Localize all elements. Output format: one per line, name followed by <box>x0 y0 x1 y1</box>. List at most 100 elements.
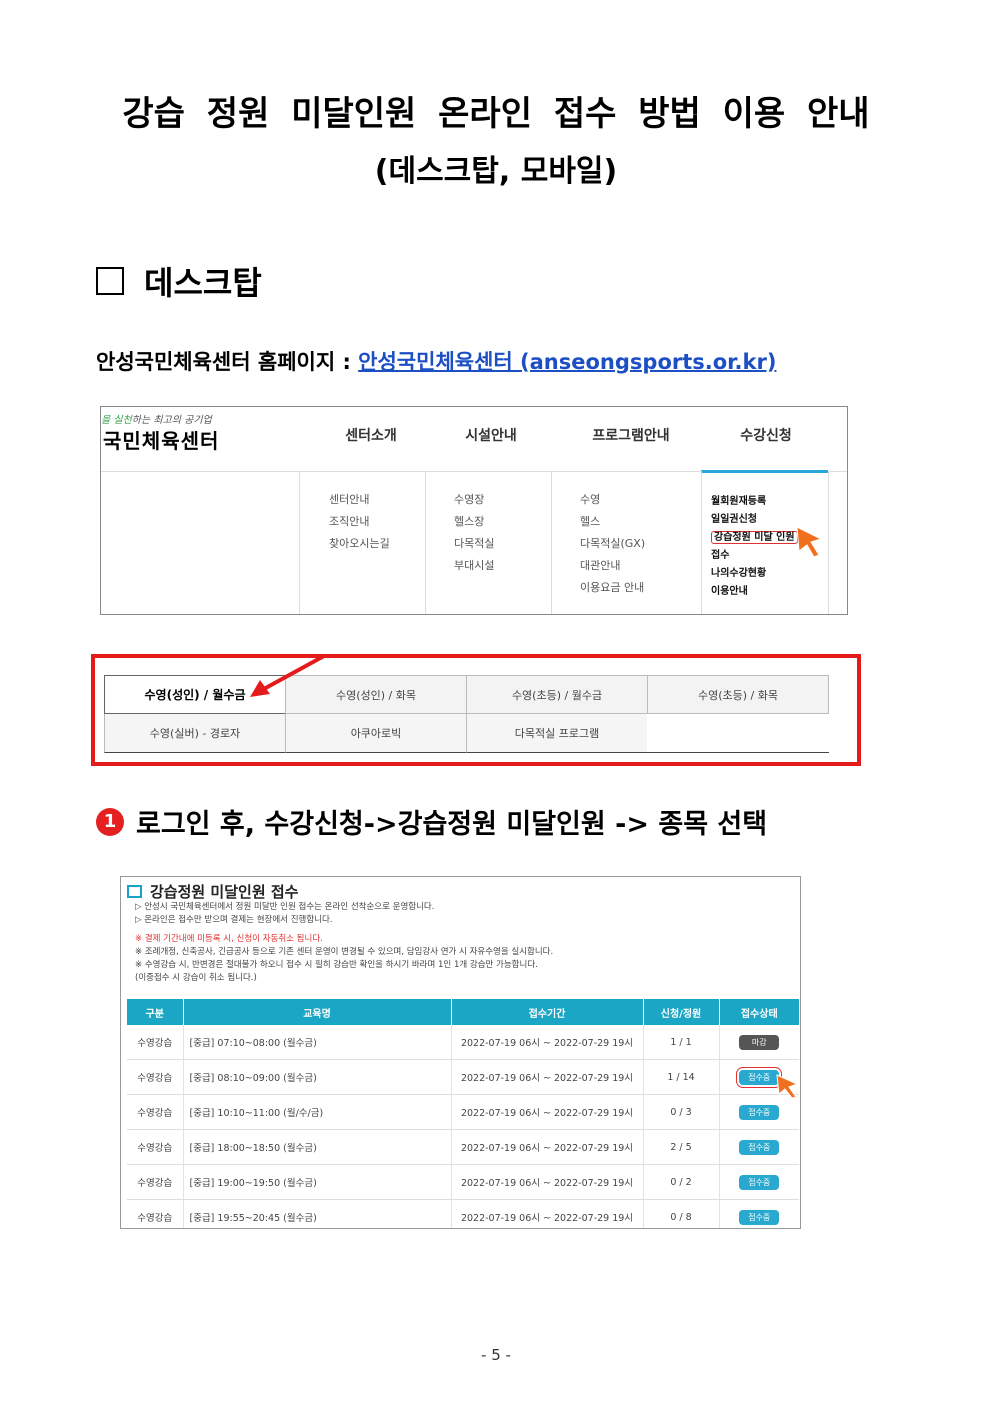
cursor-arrow-icon <box>796 526 823 558</box>
submenu-center: 센터안내 조직안내 찾아오시는길 <box>329 489 390 555</box>
document-title: 강습 정원 미달인원 온라인 접수 방법 이용 안내 <box>122 94 870 134</box>
submenu-item[interactable]: 수영장 <box>454 489 494 511</box>
submenu-item[interactable]: 다목적실(GX) <box>580 533 645 555</box>
tab-empty <box>647 714 829 753</box>
table-header-row: 구분 교육명 접수기간 신청/정원 접수상태 <box>127 999 799 1025</box>
top-menu-item-registration[interactable]: 수강신청 <box>716 425 816 445</box>
submenu-item[interactable]: 나의수강현황 <box>711 565 798 583</box>
column-divider <box>299 471 300 614</box>
column-divider <box>701 471 702 614</box>
column-header: 구분 <box>127 999 183 1025</box>
document-subtitle: (데스크탑, 모바일) <box>374 154 618 189</box>
column-divider <box>828 471 829 614</box>
note-line: ▷ 온라인은 접수만 받으며 결제는 현장에서 진행합니다. <box>135 915 333 925</box>
submenu-item[interactable]: 헬스장 <box>454 511 494 533</box>
cell-type: 수영강습 <box>127 1199 183 1228</box>
cell-count: 1 / 14 <box>642 1059 719 1095</box>
cell-status: 접수중 <box>718 1129 799 1165</box>
homepage-label: 안성국민체육센터 홈페이지 : <box>96 350 359 374</box>
cell-count: 1 / 1 <box>642 1025 719 1060</box>
table-row: 수영강습 [중급] 10:10~11:00 (월/수/금) 2022-07-19… <box>127 1094 799 1130</box>
submenu-item[interactable]: 월회원재등록 <box>711 493 798 511</box>
monitor-icon <box>127 885 142 898</box>
submenu-item[interactable]: 찾아오시는길 <box>329 533 390 555</box>
cell-course: [중급] 19:55~20:45 (월수금) <box>182 1199 451 1228</box>
top-menu-item-facility[interactable]: 시설안내 <box>441 425 541 445</box>
registration-screenshot: 강습정원 미달인원 접수 ▷ 안성시 국민체육센터에서 정원 미달반 인원 접수… <box>120 876 801 1229</box>
logo-text: 국민체육센터 <box>103 429 220 453</box>
top-menu-item-program[interactable]: 프로그램안내 <box>571 425 691 445</box>
apply-button[interactable]: 접수중 <box>739 1174 780 1190</box>
submenu-facility: 수영장 헬스장 다목적실 부대시설 <box>454 489 494 577</box>
program-tabs: 수영(성인) / 월수금 수영(성인) / 화목 수영(초등) / 월수금 수영… <box>104 675 831 753</box>
apply-button[interactable]: 접수중 <box>739 1209 780 1225</box>
apply-button[interactable]: 접수중 <box>736 1066 783 1088</box>
tab-row: 수영(실버) - 경로자 아쿠아로빅 다목적실 프로그램 <box>104 714 831 753</box>
table-row: 수영강습 [중급] 07:10~08:00 (월수금) 2022-07-19 0… <box>127 1025 799 1060</box>
top-menu-item-center[interactable]: 센터소개 <box>321 425 421 445</box>
cursor-arrow-icon <box>776 1074 799 1099</box>
cell-period: 2022-07-19 06시 ~ 2022-07-29 19시 <box>450 1164 643 1200</box>
submenu-item-highlighted[interactable]: 강습정원 미달 인원 <box>711 531 798 544</box>
cell-type: 수영강습 <box>127 1025 183 1060</box>
cell-course: [중급] 19:00~19:50 (월수금) <box>182 1164 451 1200</box>
cell-type: 수영강습 <box>127 1129 183 1165</box>
cell-type: 수영강습 <box>127 1094 183 1130</box>
homepage-line: 안성국민체육센터 홈페이지 : 안성국민체육센터 (anseongsports.… <box>96 346 776 376</box>
submenu-item[interactable]: 수영 <box>580 489 645 511</box>
status-closed-badge: 마감 <box>739 1034 780 1050</box>
cell-period: 2022-07-19 06시 ~ 2022-07-29 19시 <box>450 1129 643 1165</box>
submenu-item[interactable]: 이용안내 <box>711 583 798 601</box>
tab-row: 수영(성인) / 월수금 수영(성인) / 화목 수영(초등) / 월수금 수영… <box>104 675 831 714</box>
cell-course: [중급] 18:00~18:50 (월수금) <box>182 1129 451 1165</box>
tab-silver[interactable]: 수영(실버) - 경로자 <box>104 714 286 753</box>
cell-count: 0 / 8 <box>642 1199 719 1228</box>
submenu-item[interactable]: 대관안내 <box>580 555 645 577</box>
cell-type: 수영강습 <box>127 1059 183 1095</box>
submenu-item[interactable]: 센터안내 <box>329 489 390 511</box>
submenu-item[interactable]: 헬스 <box>580 511 645 533</box>
red-arrow-icon <box>250 654 325 697</box>
cell-count: 0 / 3 <box>642 1094 719 1130</box>
table-row: 수영강습 [중급] 18:00~18:50 (월수금) 2022-07-19 0… <box>127 1129 799 1165</box>
step-1-text: 로그인 후, 수강신청->강습정원 미달인원 -> 종목 선택 <box>136 809 768 840</box>
apply-button[interactable]: 접수중 <box>739 1139 780 1155</box>
active-menu-indicator <box>701 470 828 473</box>
cell-status: 접수중 <box>718 1199 799 1228</box>
submenu-item[interactable]: 이용요금 안내 <box>580 577 645 599</box>
section-heading: 데스크탑 <box>96 258 262 304</box>
submenu-item[interactable]: 조직안내 <box>329 511 390 533</box>
registration-title: 강습정원 미달인원 접수 <box>127 881 298 902</box>
cell-course: [중급] 07:10~08:00 (월수금) <box>182 1025 451 1060</box>
course-table: 구분 교육명 접수기간 신청/정원 접수상태 수영강습 [중급] 07:10~0… <box>127 999 799 1228</box>
tab-child-mwf[interactable]: 수영(초등) / 월수금 <box>466 675 648 714</box>
step-number-badge: 1 <box>96 807 124 836</box>
column-header: 교육명 <box>182 999 451 1025</box>
note-line: (이중접수 시 강습이 취소 됩니다.) <box>135 973 257 983</box>
tab-multipurpose[interactable]: 다목적실 프로그램 <box>466 714 648 753</box>
column-header: 접수상태 <box>718 999 799 1025</box>
cell-course: [중급] 10:10~11:00 (월/수/금) <box>182 1094 451 1130</box>
tab-aquarobics[interactable]: 아쿠아로빅 <box>285 714 467 753</box>
submenu-item[interactable]: 일일권신청 <box>711 511 798 529</box>
column-divider <box>425 471 426 614</box>
registration-notes: ▷ 안성시 국민체육센터에서 정원 미달반 인원 접수는 온라인 선착순으로 운… <box>135 901 553 985</box>
warning-line: ※ 결제 기간내에 미등록 시, 신청이 자동취소 됩니다. <box>135 934 323 944</box>
menu-screenshot: 을 실천하는 최고의 공기업 국민체육센터 센터소개 시설안내 프로그램안내 수… <box>100 406 848 615</box>
table-row: 수영강습 [중급] 08:10~09:00 (월수금) 2022-07-19 0… <box>127 1059 799 1095</box>
cell-period: 2022-07-19 06시 ~ 2022-07-29 19시 <box>450 1094 643 1130</box>
tab-child-tt[interactable]: 수영(초등) / 화목 <box>647 675 829 714</box>
submenu-item[interactable]: 부대시설 <box>454 555 494 577</box>
homepage-link[interactable]: 안성국민체육센터 (anseongsports.or.kr) <box>358 350 776 374</box>
page-number: - 5 - <box>481 1346 511 1364</box>
submenu-item[interactable]: 접수 <box>711 547 798 565</box>
logo-slogan: 을 실천하는 최고의 공기업 <box>101 415 212 426</box>
cell-period: 2022-07-19 06시 ~ 2022-07-29 19시 <box>450 1199 643 1228</box>
submenu-item[interactable]: 다목적실 <box>454 533 494 555</box>
column-header: 신청/정원 <box>642 999 719 1025</box>
cell-period: 2022-07-19 06시 ~ 2022-07-29 19시 <box>450 1025 643 1060</box>
cell-status: 마감 <box>718 1025 799 1060</box>
submenu-registration: 월회원재등록 일일권신청 강습정원 미달 인원 접수 나의수강현황 이용안내 <box>711 493 798 601</box>
column-header: 접수기간 <box>450 999 643 1025</box>
apply-button[interactable]: 접수중 <box>739 1104 780 1120</box>
